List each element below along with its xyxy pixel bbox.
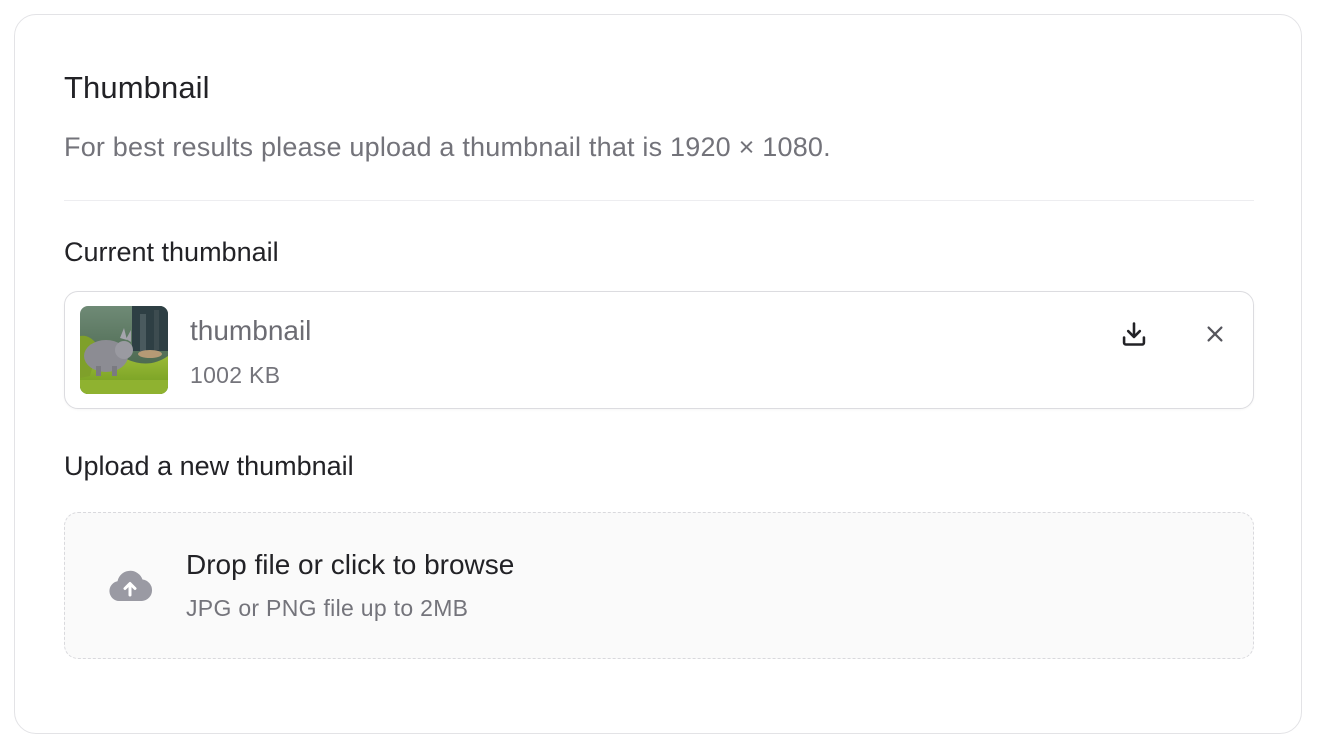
- remove-thumbnail-button[interactable]: [1197, 316, 1233, 352]
- dropzone-hint: JPG or PNG file up to 2MB: [186, 595, 469, 621]
- file-size: 1002 KB: [190, 362, 281, 388]
- section-title: Thumbnail: [64, 70, 210, 105]
- cloud-upload-icon: [109, 570, 153, 601]
- download-button[interactable]: [1116, 316, 1152, 352]
- dropzone-title: Drop file or click to browse: [186, 549, 515, 580]
- divider: [64, 200, 1254, 201]
- section-subtitle: For best results please upload a thumbna…: [64, 132, 831, 162]
- thumbnail-settings-card: Thumbnail For best results please upload…: [14, 14, 1302, 734]
- file-name: thumbnail: [190, 315, 312, 346]
- close-icon: [1207, 326, 1223, 342]
- thumbnail-preview-image: [80, 306, 168, 394]
- download-icon: [1122, 322, 1146, 346]
- current-thumbnail-file: thumbnail 1002 KB: [64, 291, 1254, 409]
- upload-thumbnail-label: Upload a new thumbnail: [64, 451, 354, 481]
- current-thumbnail-label: Current thumbnail: [64, 237, 279, 267]
- upload-dropzone[interactable]: Drop file or click to browse JPG or PNG …: [64, 512, 1254, 659]
